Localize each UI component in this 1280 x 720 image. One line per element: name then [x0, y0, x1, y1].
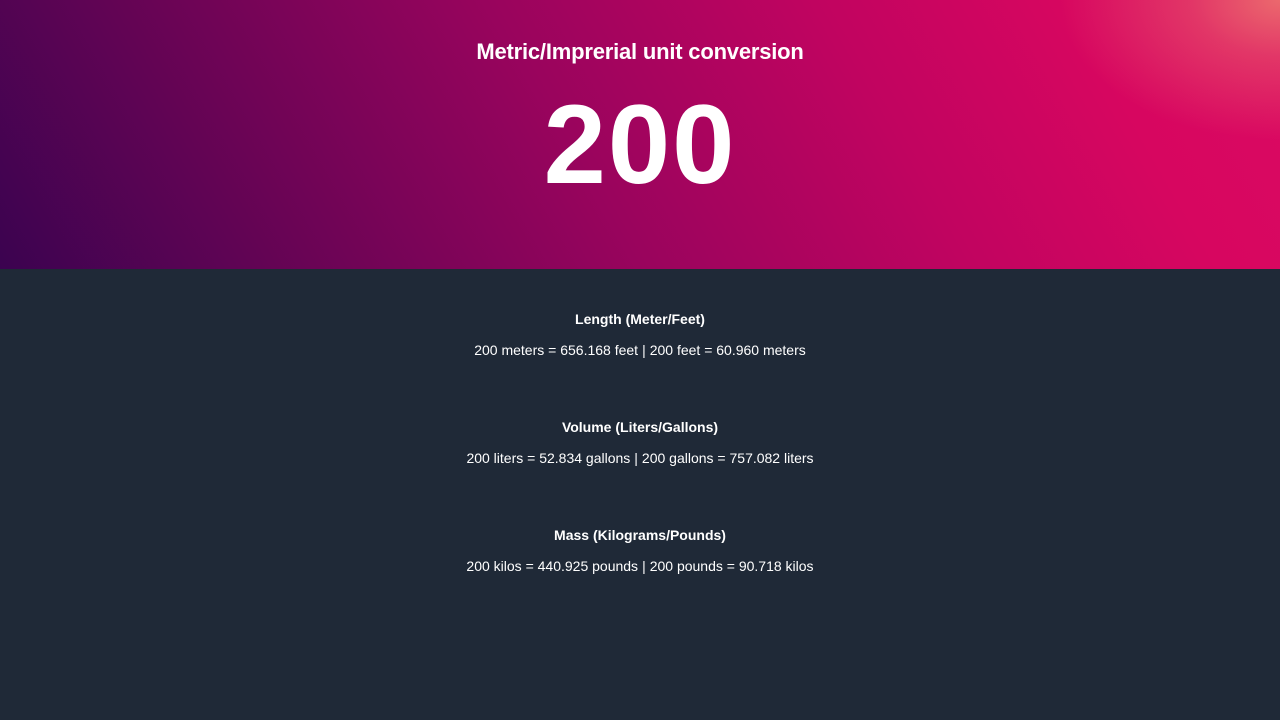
length-conversion: Length (Meter/Feet) 200 meters = 656.168…: [0, 310, 1280, 359]
pounds-to-kilos: 200 pounds = 90.718 kilos: [649, 558, 814, 574]
kilos-to-pounds: 200 kilos = 440.925 pounds: [466, 558, 639, 574]
hero-banner: Metric/Imprerial unit conversion 200: [0, 0, 1280, 269]
liters-to-gallons: 200 liters = 52.834 gallons: [466, 450, 631, 466]
meters-to-feet: 200 meters = 656.168 feet: [474, 342, 639, 358]
length-conversion-title: Length (Meter/Feet): [575, 311, 705, 327]
separator: |: [634, 450, 638, 466]
page-title: Metric/Imprerial unit conversion: [476, 39, 804, 64]
input-value: 200: [543, 82, 737, 207]
mass-conversion-title: Mass (Kilograms/Pounds): [554, 527, 726, 543]
volume-conversion: Volume (Liters/Gallons) 200 liters = 52.…: [0, 418, 1280, 467]
volume-conversion-result: 200 liters = 52.834 gallons | 200 gallons …: [0, 449, 1280, 467]
separator: |: [642, 342, 646, 358]
gallons-to-liters: 200 gallons = 757.082 liters: [641, 450, 814, 466]
mass-conversion-result: 200 kilos = 440.925 pounds | 200 pounds = …: [0, 557, 1280, 575]
mass-conversion: Mass (Kilograms/Pounds) 200 kilos = 440.…: [0, 526, 1280, 575]
separator: |: [642, 558, 646, 574]
length-conversion-result: 200 meters = 656.168 feet | 200 feet = 60.…: [0, 341, 1280, 359]
volume-conversion-title: Volume (Liters/Gallons): [561, 419, 719, 435]
feet-to-meters: 200 feet = 60.960 meters: [649, 342, 806, 358]
